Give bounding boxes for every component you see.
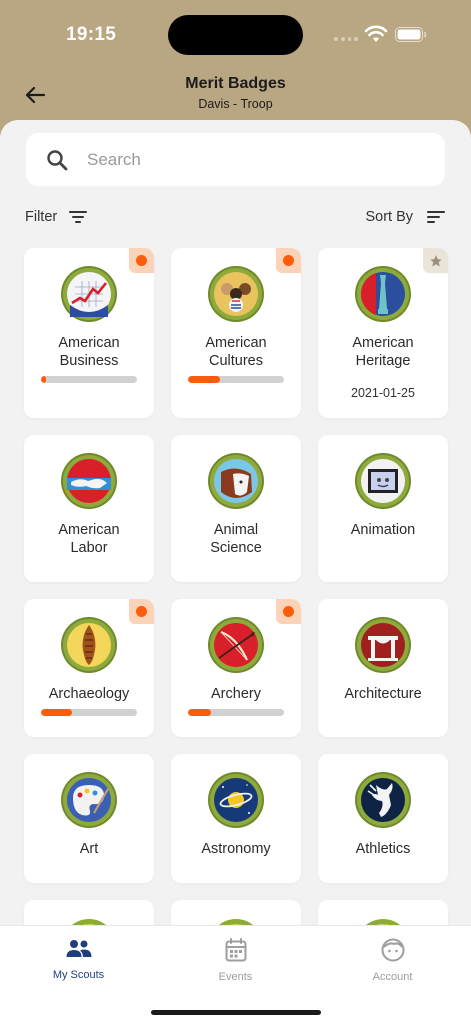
badge-card[interactable]: American Heritage 2021-01-25 — [318, 248, 448, 418]
search-icon — [47, 150, 68, 171]
dynamic-island — [168, 15, 303, 55]
athletics-badge — [355, 772, 411, 828]
badge-card[interactable]: Art — [24, 754, 154, 883]
in-progress-dot-icon — [136, 255, 147, 266]
badge-name: American Business — [58, 335, 120, 369]
tab-my-scouts-label: My Scouts — [52, 969, 105, 981]
account-face-icon — [381, 938, 404, 962]
filter-label: Filter — [25, 209, 58, 225]
architecture-badge — [355, 617, 411, 673]
archery-badge — [208, 617, 264, 673]
search-bar[interactable] — [26, 133, 445, 186]
tab-account[interactable]: Account — [314, 938, 471, 983]
badge-completion-date: 2021-01-25 — [351, 386, 415, 400]
badge-name: Animal Science — [210, 522, 262, 556]
filter-icon — [69, 211, 88, 223]
in-progress-indicator — [129, 599, 154, 624]
badge-name: Athletics — [355, 841, 411, 857]
badge-progress-fill — [41, 376, 46, 383]
in-progress-indicator — [276, 248, 301, 273]
filter-button[interactable]: Filter — [25, 209, 88, 225]
art-badge — [61, 772, 117, 828]
badge-card[interactable]: Astronomy — [171, 754, 301, 883]
people-icon — [66, 940, 91, 957]
sort-button[interactable]: Sort By — [365, 209, 445, 225]
badge-card[interactable]: Animal Science — [171, 435, 301, 582]
badge-progress-fill — [188, 376, 220, 383]
search-input[interactable] — [87, 133, 427, 186]
american-cultures-badge — [208, 266, 264, 322]
status-bar: 19:15 — [0, 0, 471, 70]
battery-icon — [395, 27, 427, 42]
badge-name: Architecture — [344, 686, 422, 702]
animal-science-badge — [208, 453, 264, 509]
wifi-icon — [364, 25, 388, 42]
status-time: 19:15 — [66, 24, 117, 45]
badge-card[interactable]: American Cultures — [171, 248, 301, 418]
calendar-icon — [225, 938, 246, 962]
tab-my-scouts[interactable]: My Scouts — [0, 938, 157, 981]
animation-badge — [355, 453, 411, 509]
archaeology-badge — [61, 617, 117, 673]
home-indicator — [151, 1010, 321, 1015]
badge-card[interactable]: Athletics — [318, 754, 448, 883]
badge-name: Astronomy — [201, 841, 271, 857]
badge-progress-bar — [188, 709, 284, 716]
badge-card[interactable]: American Business — [24, 248, 154, 418]
star-icon — [429, 254, 442, 267]
badge-progress-bar — [41, 376, 137, 383]
badge-name: American Cultures — [205, 335, 267, 369]
nav-header: Merit Badges Davis - Troop — [0, 70, 471, 120]
in-progress-indicator — [129, 248, 154, 273]
badge-card[interactable]: Archery — [171, 599, 301, 737]
badge-name: Animation — [350, 522, 416, 538]
badge-name: American Heritage — [352, 335, 414, 369]
cellular-signal-icon — [334, 37, 358, 41]
tab-events-label: Events — [218, 971, 253, 983]
badge-card[interactable]: Archaeology — [24, 599, 154, 737]
page-title: Merit Badges — [185, 75, 286, 92]
american-labor-badge — [61, 453, 117, 509]
in-progress-indicator — [276, 599, 301, 624]
badge-progress-fill — [188, 709, 212, 716]
badge-name: Archaeology — [48, 686, 130, 702]
badge-name: Archery — [211, 686, 261, 702]
in-progress-dot-icon — [283, 255, 294, 266]
badge-progress-bar — [41, 709, 137, 716]
badge-card[interactable]: Animation — [318, 435, 448, 582]
page-subtitle: Davis - Troop — [198, 97, 273, 111]
tab-events[interactable]: Events — [157, 938, 314, 983]
in-progress-dot-icon — [283, 606, 294, 617]
badge-name: American Labor — [58, 522, 120, 556]
in-progress-dot-icon — [136, 606, 147, 617]
badge-progress-fill — [41, 709, 72, 716]
badge-card[interactable]: American Labor — [24, 435, 154, 582]
sort-label: Sort By — [365, 209, 413, 225]
badge-progress-bar — [188, 376, 284, 383]
american-business-badge — [61, 266, 117, 322]
american-heritage-badge — [355, 266, 411, 322]
badge-card[interactable]: Architecture — [318, 599, 448, 737]
content-sheet: Filter Sort By American Business American… — [0, 120, 471, 950]
tab-account-label: Account — [372, 971, 413, 983]
completed-indicator — [423, 248, 448, 273]
sort-icon — [427, 211, 445, 223]
astronomy-badge — [208, 772, 264, 828]
badge-name: Art — [79, 841, 99, 857]
